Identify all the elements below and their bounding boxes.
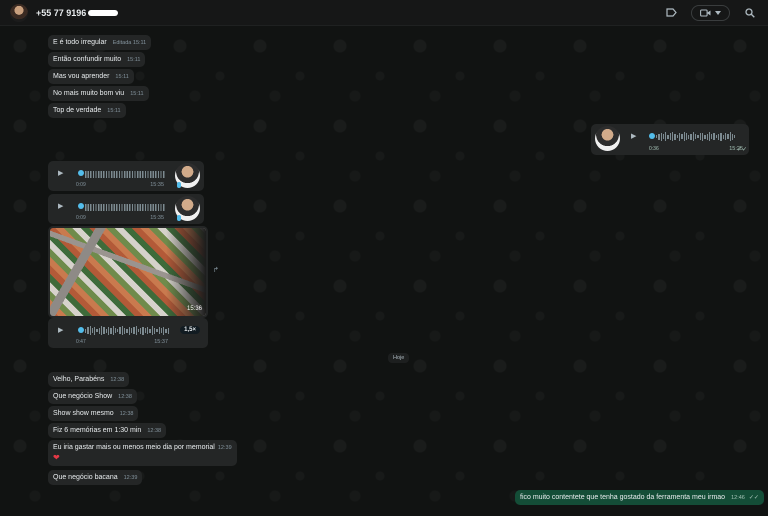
- contact-name[interactable]: +55 77 9196: [36, 8, 86, 18]
- play-button[interactable]: ▶: [58, 202, 63, 210]
- read-check-icon: ✓✓: [748, 495, 759, 501]
- message-in[interactable]: Então confundir muito 15:11: [48, 52, 146, 67]
- message-in[interactable]: Que negócio bacana 12:39: [48, 470, 143, 485]
- message-in[interactable]: No mais muito bom viu 15:11: [48, 86, 149, 101]
- message-time: 15:35: [150, 215, 164, 221]
- audio-waveform[interactable]: [85, 326, 169, 335]
- audio-waveform[interactable]: [85, 171, 165, 178]
- video-call-button[interactable]: [691, 4, 730, 21]
- audio-duration: 0:09: [76, 215, 86, 221]
- message-text: Show show mesmo: [53, 410, 114, 417]
- audio-message-out[interactable]: ▶ 0:36 15:25 ✓✓: [591, 124, 749, 155]
- message-text: Velho, Parabéns: [53, 376, 105, 383]
- audio-progress-dot[interactable]: [78, 170, 84, 176]
- message-time: 12:38: [119, 411, 134, 417]
- message-in[interactable]: Mas vou aprender 15:11: [48, 69, 134, 84]
- chevron-down-icon: [715, 10, 721, 15]
- message-time: 15:37: [154, 339, 168, 345]
- playback-speed-button[interactable]: 1,5×: [180, 326, 200, 334]
- label-icon[interactable]: [663, 5, 679, 21]
- audio-message-in[interactable]: ▶ 0:47 15:37 1,5×: [48, 318, 208, 348]
- audio-waveform[interactable]: [656, 132, 736, 141]
- sender-avatar: [595, 126, 620, 151]
- message-time: 15:11: [132, 40, 147, 46]
- message-text: E é todo irregular: [53, 39, 107, 46]
- message-time: 12:46: [731, 495, 745, 501]
- message-time: 12:39: [217, 445, 232, 451]
- audio-message-in[interactable]: ▶ 0:09 15:35: [48, 161, 204, 191]
- message-in[interactable]: E é todo irregular Editada 15:11: [48, 35, 152, 50]
- search-icon[interactable]: [742, 5, 758, 21]
- redacted-phone-part: [88, 9, 119, 16]
- message-in[interactable]: Fiz 6 memórias em 1:30 min 12:38: [48, 423, 167, 438]
- message-text: Que negócio bacana: [53, 474, 118, 481]
- message-text: Eu iria gastar mais ou menos meio dia po…: [53, 444, 215, 451]
- message-time: 15:11: [130, 91, 144, 97]
- message-in[interactable]: Show show mesmo 12:38: [48, 406, 139, 421]
- message-time: 12:38: [118, 394, 132, 400]
- message-text: Top de verdade: [53, 107, 102, 114]
- audio-progress-dot[interactable]: [78, 327, 84, 333]
- date-separator: Hoje: [388, 353, 410, 363]
- read-check-icon: ✓✓: [736, 147, 747, 153]
- message-in[interactable]: Velho, Parabéns 12:38: [48, 372, 130, 387]
- audio-message-in[interactable]: ▶ 0:09 15:35: [48, 194, 204, 224]
- audio-duration: 0:36: [649, 146, 659, 152]
- message-text: Que negócio Show: [53, 393, 113, 400]
- message-time: 15:36: [186, 306, 202, 312]
- message-time: 15:11: [107, 108, 121, 114]
- audio-duration: 0:09: [76, 182, 86, 188]
- message-text: Fiz 6 memórias em 1:30 min: [53, 427, 142, 434]
- message-text: No mais muito bom viu: [53, 90, 125, 97]
- play-button[interactable]: ▶: [58, 169, 63, 177]
- audio-waveform[interactable]: [85, 204, 165, 211]
- message-time: 15:35: [150, 182, 164, 188]
- audio-duration: 0:47: [76, 339, 86, 345]
- message-time: 12:38: [110, 377, 125, 383]
- message-time: 12:38: [147, 428, 162, 434]
- play-button[interactable]: ▶: [631, 132, 636, 140]
- play-button[interactable]: ▶: [58, 326, 63, 334]
- heart-reaction-icon[interactable]: ❤: [53, 453, 60, 462]
- message-time: 15:11: [115, 74, 129, 80]
- message-in[interactable]: Eu iria gastar mais ou menos meio dia po…: [48, 440, 237, 466]
- mic-icon: [177, 215, 181, 221]
- image-message-in[interactable]: 15:36: [48, 226, 208, 318]
- forward-icon[interactable]: ↱: [213, 266, 219, 274]
- audio-progress-dot[interactable]: [78, 203, 84, 209]
- message-in[interactable]: Top de verdade 15:11: [48, 103, 126, 118]
- message-in[interactable]: Que negócio Show 12:38: [48, 389, 137, 404]
- message-out[interactable]: fico muito contentete que tenha gostado …: [515, 490, 764, 505]
- message-text: Então confundir muito: [53, 56, 122, 63]
- edited-label: Editada: [112, 40, 132, 46]
- video-camera-icon: [700, 8, 711, 17]
- message-text: Mas vou aprender: [53, 73, 110, 80]
- contact-avatar[interactable]: [10, 3, 28, 22]
- message-time: 15:11: [127, 57, 141, 63]
- message-text: fico muito contentete que tenha gostado …: [520, 494, 726, 501]
- aerial-photo[interactable]: 15:36: [50, 228, 206, 316]
- audio-progress-dot[interactable]: [649, 133, 655, 139]
- message-time: 12:39: [123, 475, 138, 481]
- mic-icon: [177, 182, 181, 188]
- chat-header: +55 77 9196: [0, 0, 768, 26]
